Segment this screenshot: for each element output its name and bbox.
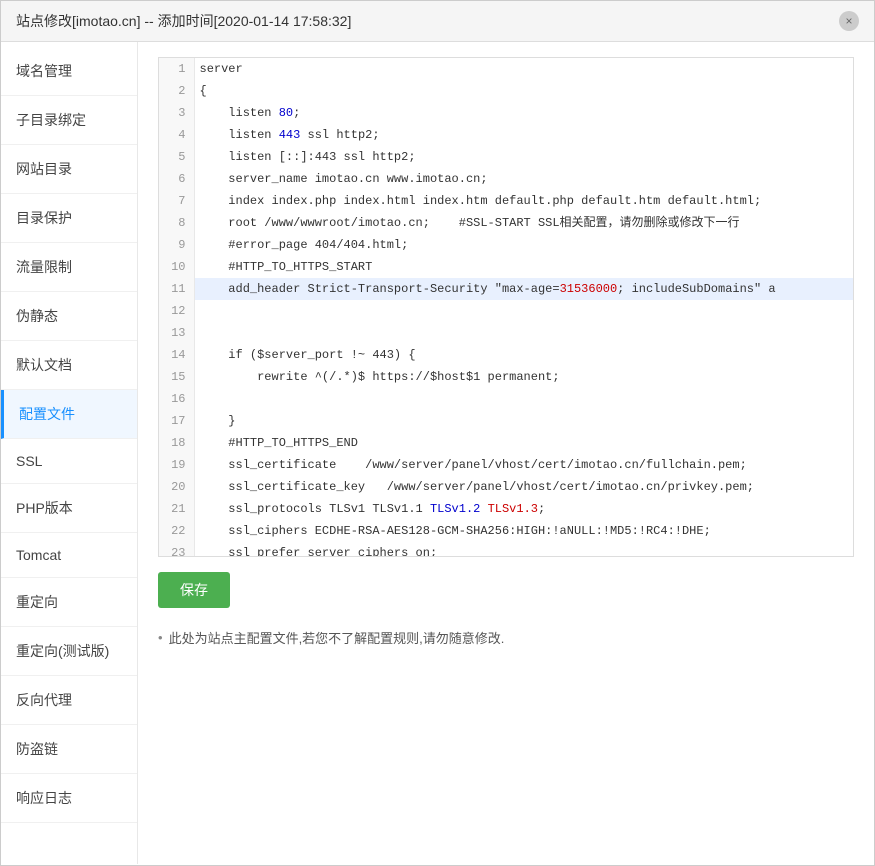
sidebar-item-反向代理[interactable]: 反向代理 [1,676,137,725]
line-number: 4 [159,124,194,146]
code-row-4: 4 listen 443 ssl http2; [159,124,854,146]
code-row-12: 12 [159,300,854,322]
code-content: #HTTP_TO_HTTPS_END [194,432,854,454]
code-content: listen [::]:443 ssl http2; [194,146,854,168]
code-content: ssl_certificate /www/server/panel/vhost/… [194,454,854,476]
sidebar-item-子目录绑定[interactable]: 子目录绑定 [1,96,137,145]
line-number: 7 [159,190,194,212]
sidebar-item-SSL[interactable]: SSL [1,439,137,484]
line-number: 23 [159,542,194,557]
code-row-6: 6 server_name imotao.cn www.imotao.cn; [159,168,854,190]
line-number: 8 [159,212,194,234]
line-number: 2 [159,80,194,102]
close-button[interactable]: × [839,11,859,31]
line-number: 22 [159,520,194,542]
sidebar-item-PHP版本[interactable]: PHP版本 [1,484,137,533]
tip-section: • 此处为站点主配置文件,若您不了解配置规则,请勿随意修改. [158,628,854,647]
content-area: 1server2{3 listen 80;4 listen 443 ssl ht… [138,42,874,864]
sidebar-item-域名管理[interactable]: 域名管理 [1,47,137,96]
title-bar: 站点修改[imotao.cn] -- 添加时间[2020-01-14 17:58… [1,1,874,42]
code-content: server [194,58,854,80]
sidebar-item-重定向(测试版)[interactable]: 重定向(测试版) [1,627,137,676]
code-content: ssl_ciphers ECDHE-RSA-AES128-GCM-SHA256:… [194,520,854,542]
code-content: ssl_prefer_server_ciphers on; [194,542,854,557]
code-row-14: 14 if ($server_port !~ 443) { [159,344,854,366]
line-number: 13 [159,322,194,344]
code-content: #error_page 404/404.html; [194,234,854,256]
line-number: 10 [159,256,194,278]
code-content: listen 443 ssl http2; [194,124,854,146]
save-section: 保存 [158,557,854,623]
code-row-19: 19 ssl_certificate /www/server/panel/vho… [159,454,854,476]
sidebar-item-目录保护[interactable]: 目录保护 [1,194,137,243]
code-content: if ($server_port !~ 443) { [194,344,854,366]
sidebar-item-网站目录[interactable]: 网站目录 [1,145,137,194]
sidebar-item-流量限制[interactable]: 流量限制 [1,243,137,292]
code-row-21: 21 ssl_protocols TLSv1 TLSv1.1 TLSv1.2 T… [159,498,854,520]
line-number: 9 [159,234,194,256]
code-row-11: 11 add_header Strict-Transport-Security … [159,278,854,300]
code-row-9: 9 #error_page 404/404.html; [159,234,854,256]
sidebar-item-伪静态[interactable]: 伪静态 [1,292,137,341]
main-layout: 域名管理子目录绑定网站目录目录保护流量限制伪静态默认文档配置文件SSLPHP版本… [1,42,874,864]
code-row-16: 16 [159,388,854,410]
sidebar-item-配置文件[interactable]: 配置文件 [1,390,137,439]
window: 站点修改[imotao.cn] -- 添加时间[2020-01-14 17:58… [0,0,875,866]
sidebar-item-默认文档[interactable]: 默认文档 [1,341,137,390]
code-content: index index.php index.html index.htm def… [194,190,854,212]
code-row-23: 23 ssl_prefer_server_ciphers on; [159,542,854,557]
code-content: ssl_protocols TLSv1 TLSv1.1 TLSv1.2 TLSv… [194,498,854,520]
line-number: 12 [159,300,194,322]
sidebar-item-响应日志[interactable]: 响应日志 [1,774,137,823]
code-row-15: 15 rewrite ^(/.*)$ https://$host$1 perma… [159,366,854,388]
line-number: 15 [159,366,194,388]
code-row-18: 18 #HTTP_TO_HTTPS_END [159,432,854,454]
line-number: 20 [159,476,194,498]
code-content: rewrite ^(/.*)$ https://$host$1 permanen… [194,366,854,388]
code-row-1: 1server [159,58,854,80]
line-number: 17 [159,410,194,432]
line-number: 3 [159,102,194,124]
code-content: server_name imotao.cn www.imotao.cn; [194,168,854,190]
code-content [194,300,854,322]
code-content: #HTTP_TO_HTTPS_START [194,256,854,278]
sidebar-item-Tomcat[interactable]: Tomcat [1,533,137,578]
code-row-10: 10 #HTTP_TO_HTTPS_START [159,256,854,278]
sidebar-item-重定向[interactable]: 重定向 [1,578,137,627]
line-number: 5 [159,146,194,168]
sidebar-item-防盗链[interactable]: 防盗链 [1,725,137,774]
code-content: add_header Strict-Transport-Security "ma… [194,278,854,300]
line-number: 14 [159,344,194,366]
line-number: 19 [159,454,194,476]
code-row-3: 3 listen 80; [159,102,854,124]
code-row-22: 22 ssl_ciphers ECDHE-RSA-AES128-GCM-SHA2… [159,520,854,542]
code-content: listen 80; [194,102,854,124]
code-row-5: 5 listen [::]:443 ssl http2; [159,146,854,168]
code-content [194,388,854,410]
tip-text: 此处为站点主配置文件,若您不了解配置规则,请勿随意修改. [169,628,505,647]
code-row-2: 2{ [159,80,854,102]
line-number: 6 [159,168,194,190]
code-editor[interactable]: 1server2{3 listen 80;4 listen 443 ssl ht… [158,57,854,557]
code-row-8: 8 root /www/wwwroot/imotao.cn; #SSL-STAR… [159,212,854,234]
code-row-13: 13 [159,322,854,344]
code-content: ssl_certificate_key /www/server/panel/vh… [194,476,854,498]
code-content [194,322,854,344]
code-row-17: 17 } [159,410,854,432]
bullet-icon: • [158,630,163,645]
code-row-20: 20 ssl_certificate_key /www/server/panel… [159,476,854,498]
line-number: 21 [159,498,194,520]
line-number: 1 [159,58,194,80]
code-content: { [194,80,854,102]
code-content: } [194,410,854,432]
save-button[interactable]: 保存 [158,572,230,608]
code-table: 1server2{3 listen 80;4 listen 443 ssl ht… [159,58,854,557]
window-title: 站点修改[imotao.cn] -- 添加时间[2020-01-14 17:58… [16,11,351,31]
line-number: 18 [159,432,194,454]
code-content: root /www/wwwroot/imotao.cn; #SSL-START … [194,212,854,234]
sidebar: 域名管理子目录绑定网站目录目录保护流量限制伪静态默认文档配置文件SSLPHP版本… [1,42,138,864]
line-number: 16 [159,388,194,410]
code-row-7: 7 index index.php index.html index.htm d… [159,190,854,212]
line-number: 11 [159,278,194,300]
